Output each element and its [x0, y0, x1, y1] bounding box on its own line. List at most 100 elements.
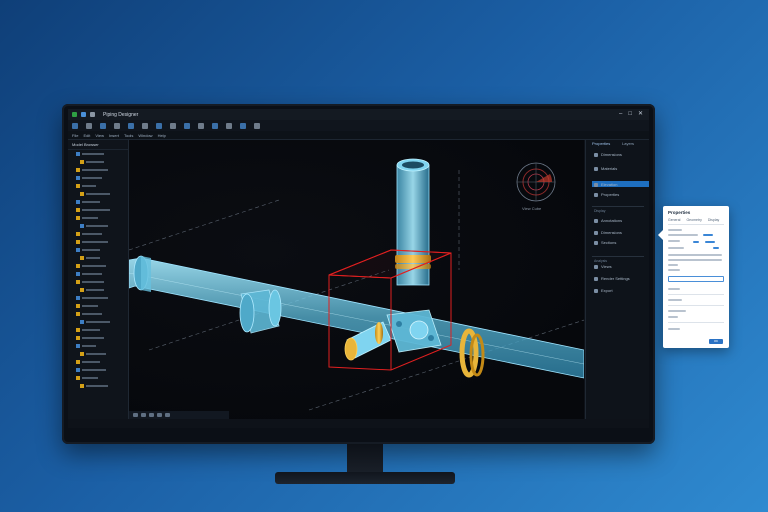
minimize-button[interactable]: –	[619, 111, 622, 117]
tree-item[interactable]	[68, 254, 128, 262]
panel-item[interactable]: Dimensions	[594, 230, 622, 235]
export-tool-icon[interactable]	[254, 122, 260, 129]
tree-item[interactable]	[68, 222, 128, 230]
tree-item[interactable]	[68, 182, 128, 190]
tree-item[interactable]	[68, 326, 128, 334]
dialog-tab-display[interactable]: Display	[708, 218, 719, 222]
panel-item[interactable]: Sections	[594, 240, 616, 245]
monitor-stand-base	[275, 472, 455, 484]
select-tool-icon[interactable]	[72, 122, 78, 129]
tree-item-label	[82, 329, 100, 331]
properties-dialog[interactable]: Properties General Geometry Display OK	[658, 206, 729, 348]
tree-item[interactable]	[68, 350, 128, 358]
tree-item[interactable]	[68, 262, 128, 270]
panel-item[interactable]: Materials	[594, 166, 617, 171]
tree-item[interactable]	[68, 230, 128, 238]
tree-item[interactable]	[68, 294, 128, 302]
save-icon[interactable]	[81, 112, 86, 117]
folder-icon	[76, 360, 80, 364]
field-link[interactable]	[703, 234, 713, 236]
tree-item[interactable]	[68, 238, 128, 246]
tree-item[interactable]	[68, 310, 128, 318]
tree-item[interactable]	[68, 302, 128, 310]
ok-button[interactable]: OK	[709, 339, 723, 344]
folder-icon	[76, 280, 80, 284]
status-icon[interactable]	[157, 413, 162, 417]
tree-item[interactable]	[68, 366, 128, 374]
flange-left[interactable]	[133, 255, 151, 292]
tree-item[interactable]	[68, 318, 128, 326]
layer-tool-icon[interactable]	[212, 122, 218, 129]
selected-input-field[interactable]	[668, 276, 724, 282]
tree-item-label	[82, 177, 102, 179]
tree-item-label	[82, 169, 108, 171]
tree-item[interactable]	[68, 158, 128, 166]
eye-icon	[594, 264, 598, 269]
section-tool-icon[interactable]	[170, 122, 176, 129]
panel-item[interactable]: Views	[594, 264, 612, 269]
status-icon[interactable]	[165, 413, 170, 417]
divider	[668, 305, 724, 306]
field-link[interactable]	[705, 241, 715, 243]
tree-item[interactable]	[68, 190, 128, 198]
tree-item[interactable]	[68, 198, 128, 206]
grid-tool-icon[interactable]	[240, 122, 246, 129]
tree-item[interactable]	[68, 382, 128, 390]
tab-properties[interactable]: Properties	[592, 141, 610, 146]
dialog-tab-geometry[interactable]: Geometry	[686, 218, 701, 222]
field-link[interactable]	[713, 247, 719, 249]
measure-tool-icon[interactable]	[156, 122, 162, 129]
scale-tool-icon[interactable]	[114, 122, 120, 129]
view-compass-icon[interactable]	[514, 160, 558, 204]
tree-item[interactable]	[68, 374, 128, 382]
pipe-tool-icon[interactable]	[128, 122, 134, 129]
tree-item[interactable]	[68, 166, 128, 174]
tree-item[interactable]	[68, 174, 128, 182]
status-icon[interactable]	[133, 413, 138, 417]
tree-item[interactable]	[68, 150, 128, 158]
panel-item[interactable]: Properties	[594, 192, 619, 197]
tree-item[interactable]	[68, 286, 128, 294]
panel-item[interactable]: Annotations	[594, 218, 622, 223]
rotate-tool-icon[interactable]	[100, 122, 106, 129]
fitting-tool-icon[interactable]	[142, 122, 148, 129]
menu-view[interactable]: View	[95, 133, 104, 138]
snap-tool-icon[interactable]	[226, 122, 232, 129]
tree-item[interactable]	[68, 334, 128, 342]
tree-item[interactable]	[68, 342, 128, 350]
tree-item-label	[82, 265, 106, 267]
menu-file[interactable]: File	[72, 133, 78, 138]
status-icon[interactable]	[149, 413, 154, 417]
tee-fitting[interactable]	[386, 309, 442, 353]
tree-item[interactable]	[68, 206, 128, 214]
dialog-tab-general[interactable]: General	[668, 218, 680, 222]
panel-item[interactable]: Export	[594, 288, 613, 293]
panel-item-label: Dimensions	[601, 152, 622, 157]
menu-help[interactable]: Help	[158, 133, 166, 138]
tree-item[interactable]	[68, 246, 128, 254]
maximize-button[interactable]: □	[628, 111, 632, 117]
panel-item[interactable]: Elevation	[594, 182, 617, 187]
move-tool-icon[interactable]	[86, 122, 92, 129]
close-button[interactable]: ✕	[638, 111, 643, 117]
coupling-middle[interactable]	[239, 289, 282, 334]
menu-insert[interactable]: Insert	[109, 133, 119, 138]
tree-item[interactable]	[68, 358, 128, 366]
menu-window[interactable]: Window	[138, 133, 152, 138]
ruler-icon	[594, 152, 598, 157]
tree-item[interactable]	[68, 278, 128, 286]
panel-item-label: Sections	[601, 240, 617, 245]
menu-edit[interactable]: Edit	[83, 133, 90, 138]
menu-tools[interactable]: Tools	[124, 133, 133, 138]
field-link[interactable]	[693, 241, 699, 243]
panel-item[interactable]: Render Settings	[594, 276, 630, 281]
tree-item[interactable]	[68, 270, 128, 278]
undo-icon[interactable]	[90, 112, 95, 117]
camera-tool-icon[interactable]	[198, 122, 204, 129]
tree-item[interactable]	[68, 214, 128, 222]
3d-viewport[interactable]: View Cube	[129, 140, 584, 419]
panel-item[interactable]: Dimensions	[594, 152, 622, 157]
tab-layers[interactable]: Layers	[622, 141, 634, 146]
status-icon[interactable]	[141, 413, 146, 417]
render-tool-icon[interactable]	[184, 122, 190, 129]
